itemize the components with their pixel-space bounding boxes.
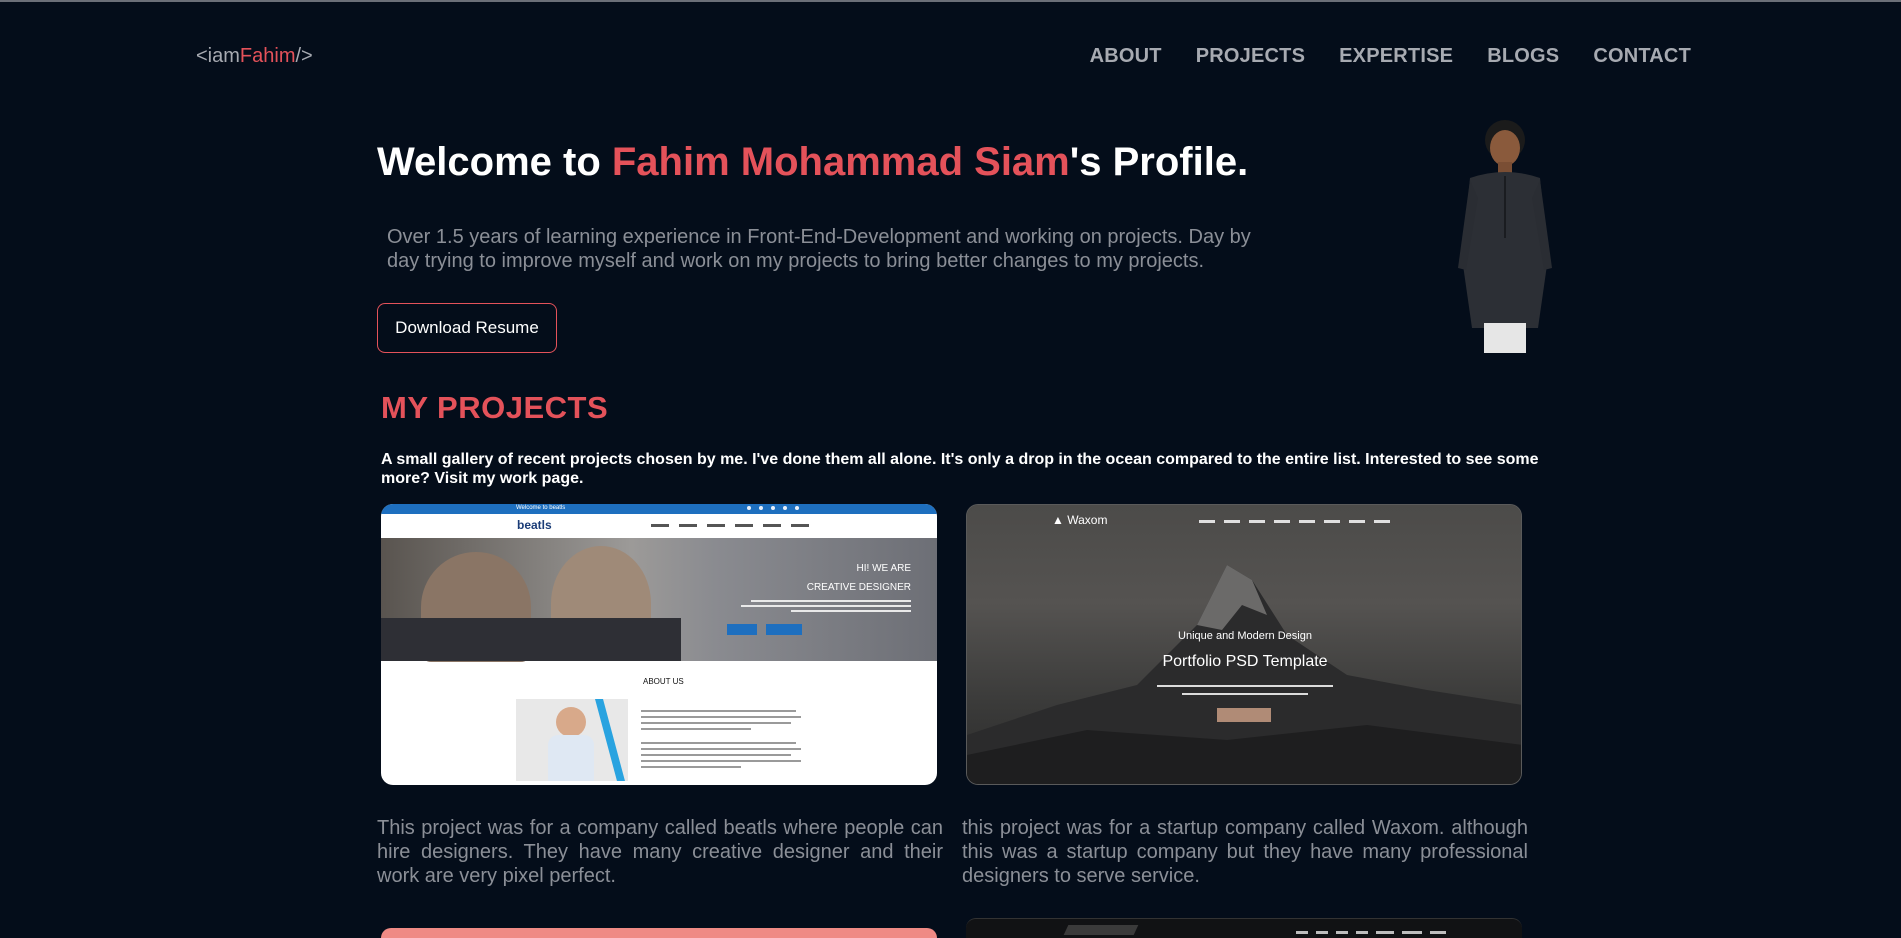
preview-text-line — [641, 710, 796, 712]
hero-title-suffix: 's Profile. — [1069, 140, 1249, 184]
preview-hero-image: HI! WE ARE CREATIVE DESIGNER — [381, 538, 937, 662]
preview-contact-button — [766, 624, 802, 635]
nav-blogs[interactable]: BLOGS — [1487, 45, 1559, 68]
preview-text-line — [741, 605, 911, 607]
social-dot-icon — [783, 506, 787, 510]
preview-heading-2: CREATIVE DESIGNER — [806, 582, 911, 593]
preview-hire-button — [727, 624, 757, 635]
top-border — [0, 0, 1901, 2]
preview-menu — [651, 524, 809, 527]
project-card-3[interactable] — [381, 928, 937, 938]
preview-text-line — [641, 716, 801, 718]
preview-text-line — [1157, 685, 1333, 687]
main-nav: ABOUT PROJECTS EXPERTISE BLOGS CONTACT — [1090, 45, 1691, 68]
preview-heading-1: HI! WE ARE — [856, 563, 911, 574]
preview-menu — [1199, 520, 1390, 523]
logo-prefix: <iam — [196, 45, 240, 67]
preview-text-line — [641, 760, 801, 762]
hero-title: Welcome to Fahim Mohammad Siam's Profile… — [377, 140, 1248, 185]
preview-text-line — [791, 610, 911, 612]
preview-get-started-button — [1217, 708, 1271, 722]
preview-mountain-image — [967, 565, 1521, 784]
preview-text-line — [641, 754, 791, 756]
preview-text-line — [641, 748, 801, 750]
social-dot-icon — [771, 506, 775, 510]
preview-text-line — [641, 742, 796, 744]
preview-about-photo — [516, 699, 628, 781]
nav-contact[interactable]: CONTACT — [1593, 45, 1691, 68]
site-logo[interactable]: <iamFahim/> — [196, 45, 313, 68]
preview-topbar: Welcome to beatls — [381, 504, 937, 514]
social-dot-icon — [747, 506, 751, 510]
hero-description: Over 1.5 years of learning experience in… — [387, 226, 1251, 272]
logo-suffix: /> — [295, 45, 313, 67]
preview-text-line — [641, 766, 741, 768]
preview-text-line — [641, 728, 751, 730]
social-dot-icon — [795, 506, 799, 510]
projects-heading: MY PROJECTS — [381, 390, 609, 425]
project-card-waxom[interactable]: ▲ Waxom Unique and Modern Design Portfol… — [966, 504, 1522, 785]
social-dot-icon — [759, 506, 763, 510]
preview-logo: ▲ Waxom — [1052, 513, 1108, 527]
preview-text-line — [1182, 693, 1308, 695]
project-description-beatls: This project was for a company called be… — [377, 817, 943, 887]
nav-expertise[interactable]: EXPERTISE — [1339, 45, 1453, 68]
hero-title-name: Fahim Mohammad Siam — [611, 140, 1070, 184]
profile-photo — [1458, 120, 1552, 353]
preview-logo: beatls — [517, 518, 552, 532]
preview-text-line — [751, 600, 911, 602]
nav-about[interactable]: ABOUT — [1090, 45, 1162, 68]
download-resume-button[interactable]: Download Resume — [377, 303, 557, 353]
hero-title-prefix: Welcome to — [377, 140, 612, 184]
preview-topbar-text: Welcome to beatls — [516, 505, 566, 511]
waxom-logo-icon: ▲ — [1052, 513, 1064, 527]
projects-intro: A small gallery of recent projects chose… — [381, 451, 1539, 487]
project-description-waxom: this project was for a startup company c… — [962, 817, 1528, 887]
preview-subtitle: Unique and Modern Design — [1178, 630, 1312, 642]
preview-about-heading: ABOUT US — [643, 677, 684, 686]
logo-accent: Fahim — [239, 45, 296, 67]
preview-title: Portfolio PSD Template — [1162, 653, 1328, 670]
project-card-4[interactable] — [966, 918, 1522, 938]
project-card-beatls[interactable]: Welcome to beatls beatls HI! WE ARE CREA… — [381, 504, 937, 785]
nav-projects[interactable]: PROJECTS — [1196, 45, 1305, 68]
preview-suits-image — [381, 618, 681, 661]
preview-text-line — [641, 722, 791, 724]
